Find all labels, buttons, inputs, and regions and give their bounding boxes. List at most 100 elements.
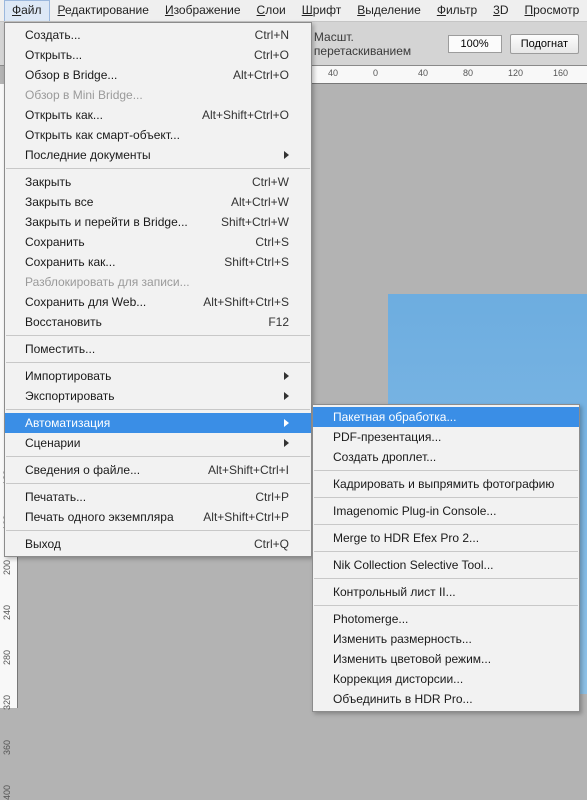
ruler-v-tick: 240 [2, 605, 12, 620]
file-menu-item-25[interactable]: Сведения о файле...Alt+Shift+Ctrl+I [5, 460, 311, 480]
menu-item-label: Экспортировать [25, 389, 115, 403]
menu-item-label: Пакетная обработка... [333, 410, 456, 424]
menu-item-shortcut: F12 [268, 315, 289, 329]
auto-submenu-item-15[interactable]: Изменить размерность... [313, 629, 579, 649]
auto-submenu-item-12[interactable]: Контрольный лист II... [313, 582, 579, 602]
auto-submenu-item-18[interactable]: Объединить в HDR Pro... [313, 689, 579, 709]
menu-item-label: Создать дроплет... [333, 450, 436, 464]
menu-item-shortcut: Alt+Ctrl+O [233, 68, 289, 82]
menu-item-label: Nik Collection Selective Tool... [333, 558, 494, 572]
file-menu-item-17[interactable]: Поместить... [5, 339, 311, 359]
menu-Файл[interactable]: Файл [4, 0, 50, 21]
menu-3D[interactable]: 3D [485, 0, 516, 21]
menu-item-shortcut: Ctrl+N [255, 28, 289, 42]
menu-item-label: Сохранить [25, 235, 85, 249]
menu-item-shortcut: Alt+Shift+Ctrl+P [203, 510, 289, 524]
file-menu-item-15[interactable]: ВосстановитьF12 [5, 312, 311, 332]
file-menu-item-6[interactable]: Последние документы [5, 145, 311, 165]
menu-item-shortcut: Shift+Ctrl+S [224, 255, 289, 269]
chevron-right-icon [284, 372, 289, 380]
menu-Фильтр[interactable]: Фильтр [429, 0, 485, 21]
fit-screen-button[interactable]: Подогнат [510, 34, 579, 54]
menu-Слои[interactable]: Слои [249, 0, 294, 21]
menu-Шрифт[interactable]: Шрифт [294, 0, 349, 21]
scrubby-zoom-label: Масшт. перетаскиванием [314, 30, 440, 58]
menu-item-label: Обзор в Bridge... [25, 68, 117, 82]
file-menu-item-14[interactable]: Сохранить для Web... Alt+Shift+Ctrl+S [5, 292, 311, 312]
auto-submenu-item-0[interactable]: Пакетная обработка... [313, 407, 579, 427]
menu-item-label: Печатать... [25, 490, 86, 504]
menu-item-label: Imagenomic Plug-in Console... [333, 504, 496, 518]
ruler-h-tick: 0 [373, 68, 378, 78]
automation-submenu: Пакетная обработка... PDF-презентация... С… [312, 404, 580, 712]
menu-item-label: Сохранить для Web... [25, 295, 146, 309]
menu-item-label: Разблокировать для записи... [25, 275, 190, 289]
menu-item-shortcut: Ctrl+O [254, 48, 289, 62]
menu-Выделение[interactable]: Выделение [349, 0, 429, 21]
menu-item-shortcut: Ctrl+Q [254, 537, 289, 551]
menu-item-label: Кадрировать и выпрямить фотографию [333, 477, 554, 491]
ruler-v-tick: 360 [2, 740, 12, 755]
auto-submenu-item-1[interactable]: PDF-презентация... [313, 427, 579, 447]
menu-item-label: Создать... [25, 28, 81, 42]
menu-item-shortcut: Ctrl+W [252, 175, 289, 189]
auto-submenu-item-14[interactable]: Photomerge... [313, 609, 579, 629]
file-menu-item-12[interactable]: Сохранить как... Shift+Ctrl+S [5, 252, 311, 272]
menu-item-label: PDF-презентация... [333, 430, 441, 444]
auto-submenu-item-2[interactable]: Создать дроплет... [313, 447, 579, 467]
ruler-h-tick: 120 [508, 68, 523, 78]
file-menu-item-23[interactable]: Сценарии [5, 433, 311, 453]
zoom-value[interactable]: 100% [448, 35, 502, 53]
menu-item-label: Поместить... [25, 342, 95, 356]
auto-submenu-item-8[interactable]: Merge to HDR Efex Pro 2... [313, 528, 579, 548]
file-menu-item-11[interactable]: Сохранить Ctrl+S [5, 232, 311, 252]
auto-submenu-item-4[interactable]: Кадрировать и выпрямить фотографию [313, 474, 579, 494]
menu-item-label: Выход [25, 537, 61, 551]
menu-Редактирование[interactable]: Редактирование [50, 0, 157, 21]
file-menu-item-9[interactable]: Закрыть всеAlt+Ctrl+W [5, 192, 311, 212]
file-menu-item-4[interactable]: Открыть как...Alt+Shift+Ctrl+O [5, 105, 311, 125]
file-menu-item-2[interactable]: Обзор в Bridge... Alt+Ctrl+O [5, 65, 311, 85]
auto-submenu-item-16[interactable]: Изменить цветовой режим... [313, 649, 579, 669]
file-menu-item-1[interactable]: Открыть... Ctrl+O [5, 45, 311, 65]
ruler-h-tick: 40 [328, 68, 338, 78]
menu-item-shortcut: Ctrl+S [255, 235, 289, 249]
file-menu-item-20[interactable]: Экспортировать [5, 386, 311, 406]
auto-submenu-item-17[interactable]: Коррекция дисторсии... [313, 669, 579, 689]
menu-item-label: Обзор в Mini Bridge... [25, 88, 143, 102]
menu-item-label: Закрыть все [25, 195, 93, 209]
file-menu-item-19[interactable]: Импортировать [5, 366, 311, 386]
menu-item-label: Объединить в HDR Pro... [333, 692, 473, 706]
menu-item-label: Photomerge... [333, 612, 408, 626]
file-menu-item-3: Обзор в Mini Bridge... [5, 85, 311, 105]
file-menu-item-22[interactable]: Автоматизация [5, 413, 311, 433]
menu-item-label: Сценарии [25, 436, 80, 450]
menu-item-label: Сохранить как... [25, 255, 115, 269]
menu-Изображение[interactable]: Изображение [157, 0, 249, 21]
chevron-right-icon [284, 419, 289, 427]
ruler-h-tick: 160 [553, 68, 568, 78]
ruler-v-tick: 280 [2, 650, 12, 665]
file-menu-item-10[interactable]: Закрыть и перейти в Bridge... Shift+Ctrl+… [5, 212, 311, 232]
menu-item-label: Изменить размерность... [333, 632, 472, 646]
file-menu-item-0[interactable]: Создать... Ctrl+N [5, 25, 311, 45]
menu-item-label: Открыть... [25, 48, 82, 62]
auto-submenu-item-6[interactable]: Imagenomic Plug-in Console... [313, 501, 579, 521]
chevron-right-icon [284, 151, 289, 159]
menu-item-label: Закрыть и перейти в Bridge... [25, 215, 188, 229]
menubar: ФайлРедактированиеИзображениеСлоиШрифтВы… [0, 0, 587, 22]
file-menu-item-30[interactable]: Выход Ctrl+Q [5, 534, 311, 554]
menu-item-shortcut: Shift+Ctrl+W [221, 215, 289, 229]
menu-item-label: Сведения о файле... [25, 463, 140, 477]
file-menu-item-8[interactable]: ЗакрытьCtrl+W [5, 172, 311, 192]
file-menu-item-28[interactable]: Печать одного экземпляраAlt+Shift+Ctrl+P [5, 507, 311, 527]
menu-item-shortcut: Alt+Shift+Ctrl+S [203, 295, 289, 309]
file-menu-item-5[interactable]: Открыть как смарт-объект... [5, 125, 311, 145]
menu-item-label: Открыть как смарт-объект... [25, 128, 180, 142]
ruler-v-tick: 200 [2, 560, 12, 575]
auto-submenu-item-10[interactable]: Nik Collection Selective Tool... [313, 555, 579, 575]
file-menu-item-27[interactable]: Печатать...Ctrl+P [5, 487, 311, 507]
menu-Просмотр[interactable]: Просмотр [517, 0, 587, 21]
ruler-h-tick: 80 [463, 68, 473, 78]
ruler-h-tick: 40 [418, 68, 428, 78]
